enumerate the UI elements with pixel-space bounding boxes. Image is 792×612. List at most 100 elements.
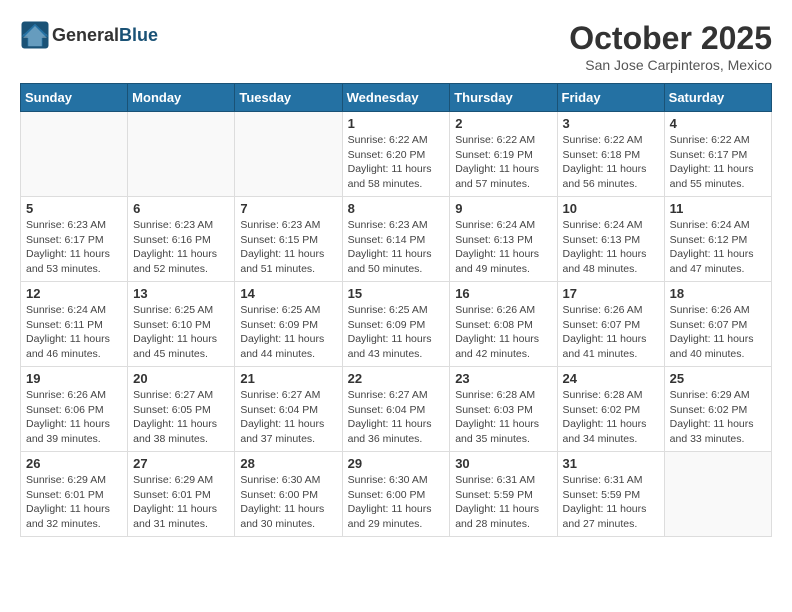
month-title: October 2025	[569, 20, 772, 57]
day-number: 16	[455, 286, 551, 301]
day-info: Sunrise: 6:22 AM Sunset: 6:19 PM Dayligh…	[455, 133, 551, 192]
weekday-header-saturday: Saturday	[664, 84, 771, 112]
day-info: Sunrise: 6:27 AM Sunset: 6:05 PM Dayligh…	[133, 388, 229, 447]
logo-icon	[20, 20, 50, 50]
day-info: Sunrise: 6:26 AM Sunset: 6:08 PM Dayligh…	[455, 303, 551, 362]
day-number: 22	[348, 371, 445, 386]
calendar-cell: 25 Sunrise: 6:29 AM Sunset: 6:02 PM Dayli…	[664, 367, 771, 452]
day-info: Sunrise: 6:31 AM Sunset: 5:59 PM Dayligh…	[455, 473, 551, 532]
day-number: 25	[670, 371, 766, 386]
day-number: 29	[348, 456, 445, 471]
calendar-cell: 24 Sunrise: 6:28 AM Sunset: 6:02 PM Dayli…	[557, 367, 664, 452]
calendar-week-3: 12Sunrise: 6:24 AM Sunset: 6:11 PM Dayli…	[21, 282, 772, 367]
calendar-header-row: SundayMondayTuesdayWednesdayThursdayFrid…	[21, 84, 772, 112]
calendar-cell: 19 Sunrise: 6:26 AM Sunset: 6:06 PM Dayli…	[21, 367, 128, 452]
calendar-cell: 13Sunrise: 6:25 AM Sunset: 6:10 PM Dayli…	[128, 282, 235, 367]
day-number: 21	[240, 371, 336, 386]
calendar-cell: 17 Sunrise: 6:26 AM Sunset: 6:07 PM Dayli…	[557, 282, 664, 367]
day-info: Sunrise: 6:28 AM Sunset: 6:03 PM Dayligh…	[455, 388, 551, 447]
weekday-header-friday: Friday	[557, 84, 664, 112]
calendar-cell: 1 Sunrise: 6:22 AM Sunset: 6:20 PM Daylig…	[342, 112, 450, 197]
day-info: Sunrise: 6:24 AM Sunset: 6:12 PM Dayligh…	[670, 218, 766, 277]
calendar-cell: 30 Sunrise: 6:31 AM Sunset: 5:59 PM Dayli…	[450, 452, 557, 537]
day-info: Sunrise: 6:26 AM Sunset: 6:06 PM Dayligh…	[26, 388, 122, 447]
weekday-header-wednesday: Wednesday	[342, 84, 450, 112]
location: San Jose Carpinteros, Mexico	[569, 57, 772, 73]
calendar-cell: 16 Sunrise: 6:26 AM Sunset: 6:08 PM Dayli…	[450, 282, 557, 367]
day-number: 15	[348, 286, 445, 301]
day-info: Sunrise: 6:24 AM Sunset: 6:13 PM Dayligh…	[455, 218, 551, 277]
day-number: 31	[563, 456, 659, 471]
day-number: 8	[348, 201, 445, 216]
calendar-cell: 4 Sunrise: 6:22 AM Sunset: 6:17 PM Daylig…	[664, 112, 771, 197]
day-info: Sunrise: 6:22 AM Sunset: 6:20 PM Dayligh…	[348, 133, 445, 192]
day-info: Sunrise: 6:25 AM Sunset: 6:09 PM Dayligh…	[348, 303, 445, 362]
calendar-cell: 12Sunrise: 6:24 AM Sunset: 6:11 PM Dayli…	[21, 282, 128, 367]
weekday-header-monday: Monday	[128, 84, 235, 112]
day-info: Sunrise: 6:25 AM Sunset: 6:09 PM Dayligh…	[240, 303, 336, 362]
day-info: Sunrise: 6:23 AM Sunset: 6:17 PM Dayligh…	[26, 218, 122, 277]
calendar-cell: 9 Sunrise: 6:24 AM Sunset: 6:13 PM Daylig…	[450, 197, 557, 282]
weekday-header-tuesday: Tuesday	[235, 84, 342, 112]
day-info: Sunrise: 6:22 AM Sunset: 6:18 PM Dayligh…	[563, 133, 659, 192]
logo-text-general: General	[52, 25, 119, 46]
day-number: 27	[133, 456, 229, 471]
day-info: Sunrise: 6:24 AM Sunset: 6:13 PM Dayligh…	[563, 218, 659, 277]
day-info: Sunrise: 6:26 AM Sunset: 6:07 PM Dayligh…	[670, 303, 766, 362]
weekday-header-thursday: Thursday	[450, 84, 557, 112]
day-number: 6	[133, 201, 229, 216]
calendar-cell: 3Sunrise: 6:22 AM Sunset: 6:18 PM Daylig…	[557, 112, 664, 197]
calendar-cell: 15 Sunrise: 6:25 AM Sunset: 6:09 PM Dayli…	[342, 282, 450, 367]
calendar-week-5: 26Sunrise: 6:29 AM Sunset: 6:01 PM Dayli…	[21, 452, 772, 537]
weekday-header-sunday: Sunday	[21, 84, 128, 112]
page-header: General Blue October 2025 San Jose Carpi…	[20, 20, 772, 73]
day-number: 24	[563, 371, 659, 386]
calendar-cell: 18 Sunrise: 6:26 AM Sunset: 6:07 PM Dayli…	[664, 282, 771, 367]
calendar-cell: 11Sunrise: 6:24 AM Sunset: 6:12 PM Dayli…	[664, 197, 771, 282]
calendar-cell: 5 Sunrise: 6:23 AM Sunset: 6:17 PM Daylig…	[21, 197, 128, 282]
calendar-week-1: 1 Sunrise: 6:22 AM Sunset: 6:20 PM Daylig…	[21, 112, 772, 197]
day-info: Sunrise: 6:22 AM Sunset: 6:17 PM Dayligh…	[670, 133, 766, 192]
calendar-cell: 23 Sunrise: 6:28 AM Sunset: 6:03 PM Dayli…	[450, 367, 557, 452]
calendar-cell: 26Sunrise: 6:29 AM Sunset: 6:01 PM Dayli…	[21, 452, 128, 537]
day-number: 5	[26, 201, 122, 216]
calendar-week-4: 19 Sunrise: 6:26 AM Sunset: 6:06 PM Dayli…	[21, 367, 772, 452]
day-number: 4	[670, 116, 766, 131]
day-number: 1	[348, 116, 445, 131]
day-info: Sunrise: 6:26 AM Sunset: 6:07 PM Dayligh…	[563, 303, 659, 362]
calendar-cell: 28 Sunrise: 6:30 AM Sunset: 6:00 PM Dayli…	[235, 452, 342, 537]
day-info: Sunrise: 6:29 AM Sunset: 6:02 PM Dayligh…	[670, 388, 766, 447]
day-number: 17	[563, 286, 659, 301]
day-info: Sunrise: 6:28 AM Sunset: 6:02 PM Dayligh…	[563, 388, 659, 447]
day-number: 28	[240, 456, 336, 471]
day-info: Sunrise: 6:24 AM Sunset: 6:11 PM Dayligh…	[26, 303, 122, 362]
calendar-cell: 20Sunrise: 6:27 AM Sunset: 6:05 PM Dayli…	[128, 367, 235, 452]
calendar-cell: 27 Sunrise: 6:29 AM Sunset: 6:01 PM Dayli…	[128, 452, 235, 537]
calendar-cell: 21 Sunrise: 6:27 AM Sunset: 6:04 PM Dayli…	[235, 367, 342, 452]
day-info: Sunrise: 6:27 AM Sunset: 6:04 PM Dayligh…	[348, 388, 445, 447]
day-number: 18	[670, 286, 766, 301]
day-number: 2	[455, 116, 551, 131]
calendar-cell: 10Sunrise: 6:24 AM Sunset: 6:13 PM Dayli…	[557, 197, 664, 282]
day-info: Sunrise: 6:29 AM Sunset: 6:01 PM Dayligh…	[133, 473, 229, 532]
day-info: Sunrise: 6:27 AM Sunset: 6:04 PM Dayligh…	[240, 388, 336, 447]
day-info: Sunrise: 6:30 AM Sunset: 6:00 PM Dayligh…	[240, 473, 336, 532]
day-number: 9	[455, 201, 551, 216]
title-section: October 2025 San Jose Carpinteros, Mexic…	[569, 20, 772, 73]
calendar-cell	[235, 112, 342, 197]
day-number: 14	[240, 286, 336, 301]
calendar-cell: 31Sunrise: 6:31 AM Sunset: 5:59 PM Dayli…	[557, 452, 664, 537]
calendar-cell	[128, 112, 235, 197]
calendar-cell: 8Sunrise: 6:23 AM Sunset: 6:14 PM Daylig…	[342, 197, 450, 282]
day-number: 23	[455, 371, 551, 386]
day-info: Sunrise: 6:23 AM Sunset: 6:16 PM Dayligh…	[133, 218, 229, 277]
calendar-cell: 2 Sunrise: 6:22 AM Sunset: 6:19 PM Daylig…	[450, 112, 557, 197]
calendar-cell: 14 Sunrise: 6:25 AM Sunset: 6:09 PM Dayli…	[235, 282, 342, 367]
logo: General Blue	[20, 20, 158, 50]
calendar-cell: 22 Sunrise: 6:27 AM Sunset: 6:04 PM Dayli…	[342, 367, 450, 452]
day-number: 30	[455, 456, 551, 471]
calendar-cell: 7Sunrise: 6:23 AM Sunset: 6:15 PM Daylig…	[235, 197, 342, 282]
day-number: 7	[240, 201, 336, 216]
day-number: 19	[26, 371, 122, 386]
calendar-cell: 6 Sunrise: 6:23 AM Sunset: 6:16 PM Daylig…	[128, 197, 235, 282]
